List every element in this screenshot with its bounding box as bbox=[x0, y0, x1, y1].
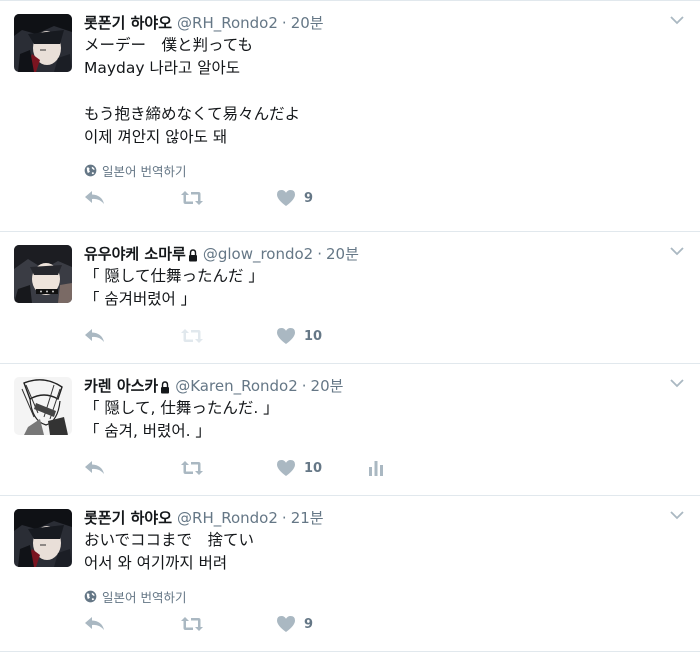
username[interactable]: @Karen_Rondo2 bbox=[175, 376, 298, 396]
heart-icon bbox=[277, 460, 295, 476]
chevron-down-icon[interactable] bbox=[670, 246, 684, 256]
tweet-actions: 9 bbox=[84, 613, 682, 635]
translate-link[interactable]: 일본어 번역하기 bbox=[84, 587, 682, 605]
lock-icon bbox=[188, 248, 197, 261]
tweet[interactable]: 카렌 아스카 @Karen_Rondo2 · 20분 「 隠して, 仕舞ったんだ… bbox=[0, 364, 700, 496]
like-button[interactable]: 9 bbox=[276, 189, 368, 207]
globe-icon bbox=[84, 164, 97, 176]
tweet-actions: 10 bbox=[84, 457, 682, 479]
like-count: 10 bbox=[304, 460, 323, 476]
username[interactable]: @RH_Rondo2 bbox=[177, 13, 278, 33]
chevron-down-icon[interactable] bbox=[670, 15, 684, 25]
heart-icon bbox=[277, 328, 295, 344]
tweet-header: 롯폰기 하야오 @RH_Rondo2 · 21분 bbox=[84, 508, 682, 528]
tweet-actions: 10 bbox=[84, 325, 682, 347]
reply-button[interactable] bbox=[84, 459, 180, 477]
like-button[interactable]: 10 bbox=[276, 327, 368, 345]
timestamp[interactable]: 21분 bbox=[291, 508, 324, 528]
reply-button[interactable] bbox=[84, 615, 180, 633]
timestamp[interactable]: 20분 bbox=[291, 13, 324, 33]
avatar[interactable] bbox=[14, 377, 72, 435]
chevron-down-icon[interactable] bbox=[670, 510, 684, 520]
reply-button[interactable] bbox=[84, 189, 180, 207]
avatar[interactable] bbox=[14, 14, 72, 72]
avatar[interactable] bbox=[14, 245, 72, 303]
reply-icon bbox=[85, 329, 104, 342]
like-button[interactable]: 10 bbox=[276, 459, 368, 477]
avatar-image bbox=[14, 245, 72, 303]
heart-icon bbox=[277, 190, 295, 206]
reply-icon bbox=[85, 617, 104, 630]
like-button[interactable]: 9 bbox=[276, 615, 368, 633]
reply-icon bbox=[85, 461, 104, 474]
retweet-icon bbox=[181, 617, 203, 631]
retweet-button[interactable] bbox=[180, 190, 276, 206]
translate-label[interactable]: 일본어 번역하기 bbox=[102, 161, 186, 180]
tweet-header: 유우야케 소마루 @glow_rondo2 · 20분 bbox=[84, 244, 682, 264]
display-name[interactable]: 롯폰기 하야오 bbox=[84, 13, 172, 33]
tweet-text: メーデー 僕と判っても Mayday 나라고 알아도 もう抱き締めなくて易々んだ… bbox=[84, 36, 301, 146]
chevron-down-icon[interactable] bbox=[670, 378, 684, 388]
tweet-text: 「 隠して仕舞ったんだ 」 「 숨겨버렸어 」 bbox=[84, 267, 264, 308]
retweet-icon bbox=[181, 191, 203, 205]
retweet-button[interactable] bbox=[180, 460, 276, 476]
retweet-icon bbox=[181, 329, 203, 343]
display-name[interactable]: 롯폰기 하야오 bbox=[84, 508, 172, 528]
separator-dot: · bbox=[281, 14, 287, 32]
tweet-header: 롯폰기 하야오 @RH_Rondo2 · 20분 bbox=[84, 13, 682, 33]
reply-button[interactable] bbox=[84, 327, 180, 345]
tweet-text: おいでココまで 捨てい 어서 와 여기까지 버려 bbox=[84, 531, 255, 572]
timestamp[interactable]: 20분 bbox=[311, 376, 344, 396]
tweet-text: 「 隠して, 仕舞ったんだ. 」 「 숨겨, 버렸어. 」 bbox=[84, 399, 279, 440]
retweet-button bbox=[180, 328, 276, 344]
avatar-image bbox=[14, 14, 72, 72]
display-name[interactable]: 카렌 아스카 bbox=[84, 376, 158, 396]
timestamp[interactable]: 20분 bbox=[326, 244, 359, 264]
like-count: 9 bbox=[304, 190, 314, 206]
tweet[interactable]: 유우야케 소마루 @glow_rondo2 · 20분 「 隠して仕舞ったんだ … bbox=[0, 232, 700, 364]
retweet-icon bbox=[181, 461, 203, 475]
tweet[interactable]: 롯폰기 하야오 @RH_Rondo2 · 20분 メーデー 僕と判っても May… bbox=[0, 0, 700, 232]
retweet-button[interactable] bbox=[180, 616, 276, 632]
globe-icon bbox=[84, 590, 97, 602]
tweet-actions: 9 bbox=[84, 187, 682, 209]
avatar-image bbox=[14, 509, 72, 567]
heart-icon bbox=[277, 616, 295, 632]
translate-label[interactable]: 일본어 번역하기 bbox=[102, 587, 186, 606]
avatar[interactable] bbox=[14, 509, 72, 567]
separator-dot: · bbox=[301, 377, 307, 395]
separator-dot: · bbox=[317, 245, 323, 263]
analytics-button[interactable] bbox=[368, 460, 384, 476]
separator-dot: · bbox=[281, 509, 287, 527]
username[interactable]: @glow_rondo2 bbox=[203, 244, 313, 264]
like-count: 10 bbox=[304, 328, 323, 344]
tweet-header: 카렌 아스카 @Karen_Rondo2 · 20분 bbox=[84, 376, 682, 396]
timeline: 롯폰기 하야오 @RH_Rondo2 · 20분 メーデー 僕と判っても May… bbox=[0, 0, 700, 652]
display-name[interactable]: 유우야케 소마루 bbox=[84, 244, 186, 264]
tweet[interactable]: 롯폰기 하야오 @RH_Rondo2 · 21분 おいでココまで 捨てい 어서 … bbox=[0, 496, 700, 652]
translate-link[interactable]: 일본어 번역하기 bbox=[84, 161, 682, 179]
analytics-icon bbox=[369, 461, 383, 476]
lock-icon bbox=[161, 380, 170, 393]
avatar-image bbox=[14, 377, 72, 435]
username[interactable]: @RH_Rondo2 bbox=[177, 508, 278, 528]
reply-icon bbox=[85, 191, 104, 204]
like-count: 9 bbox=[304, 616, 314, 632]
